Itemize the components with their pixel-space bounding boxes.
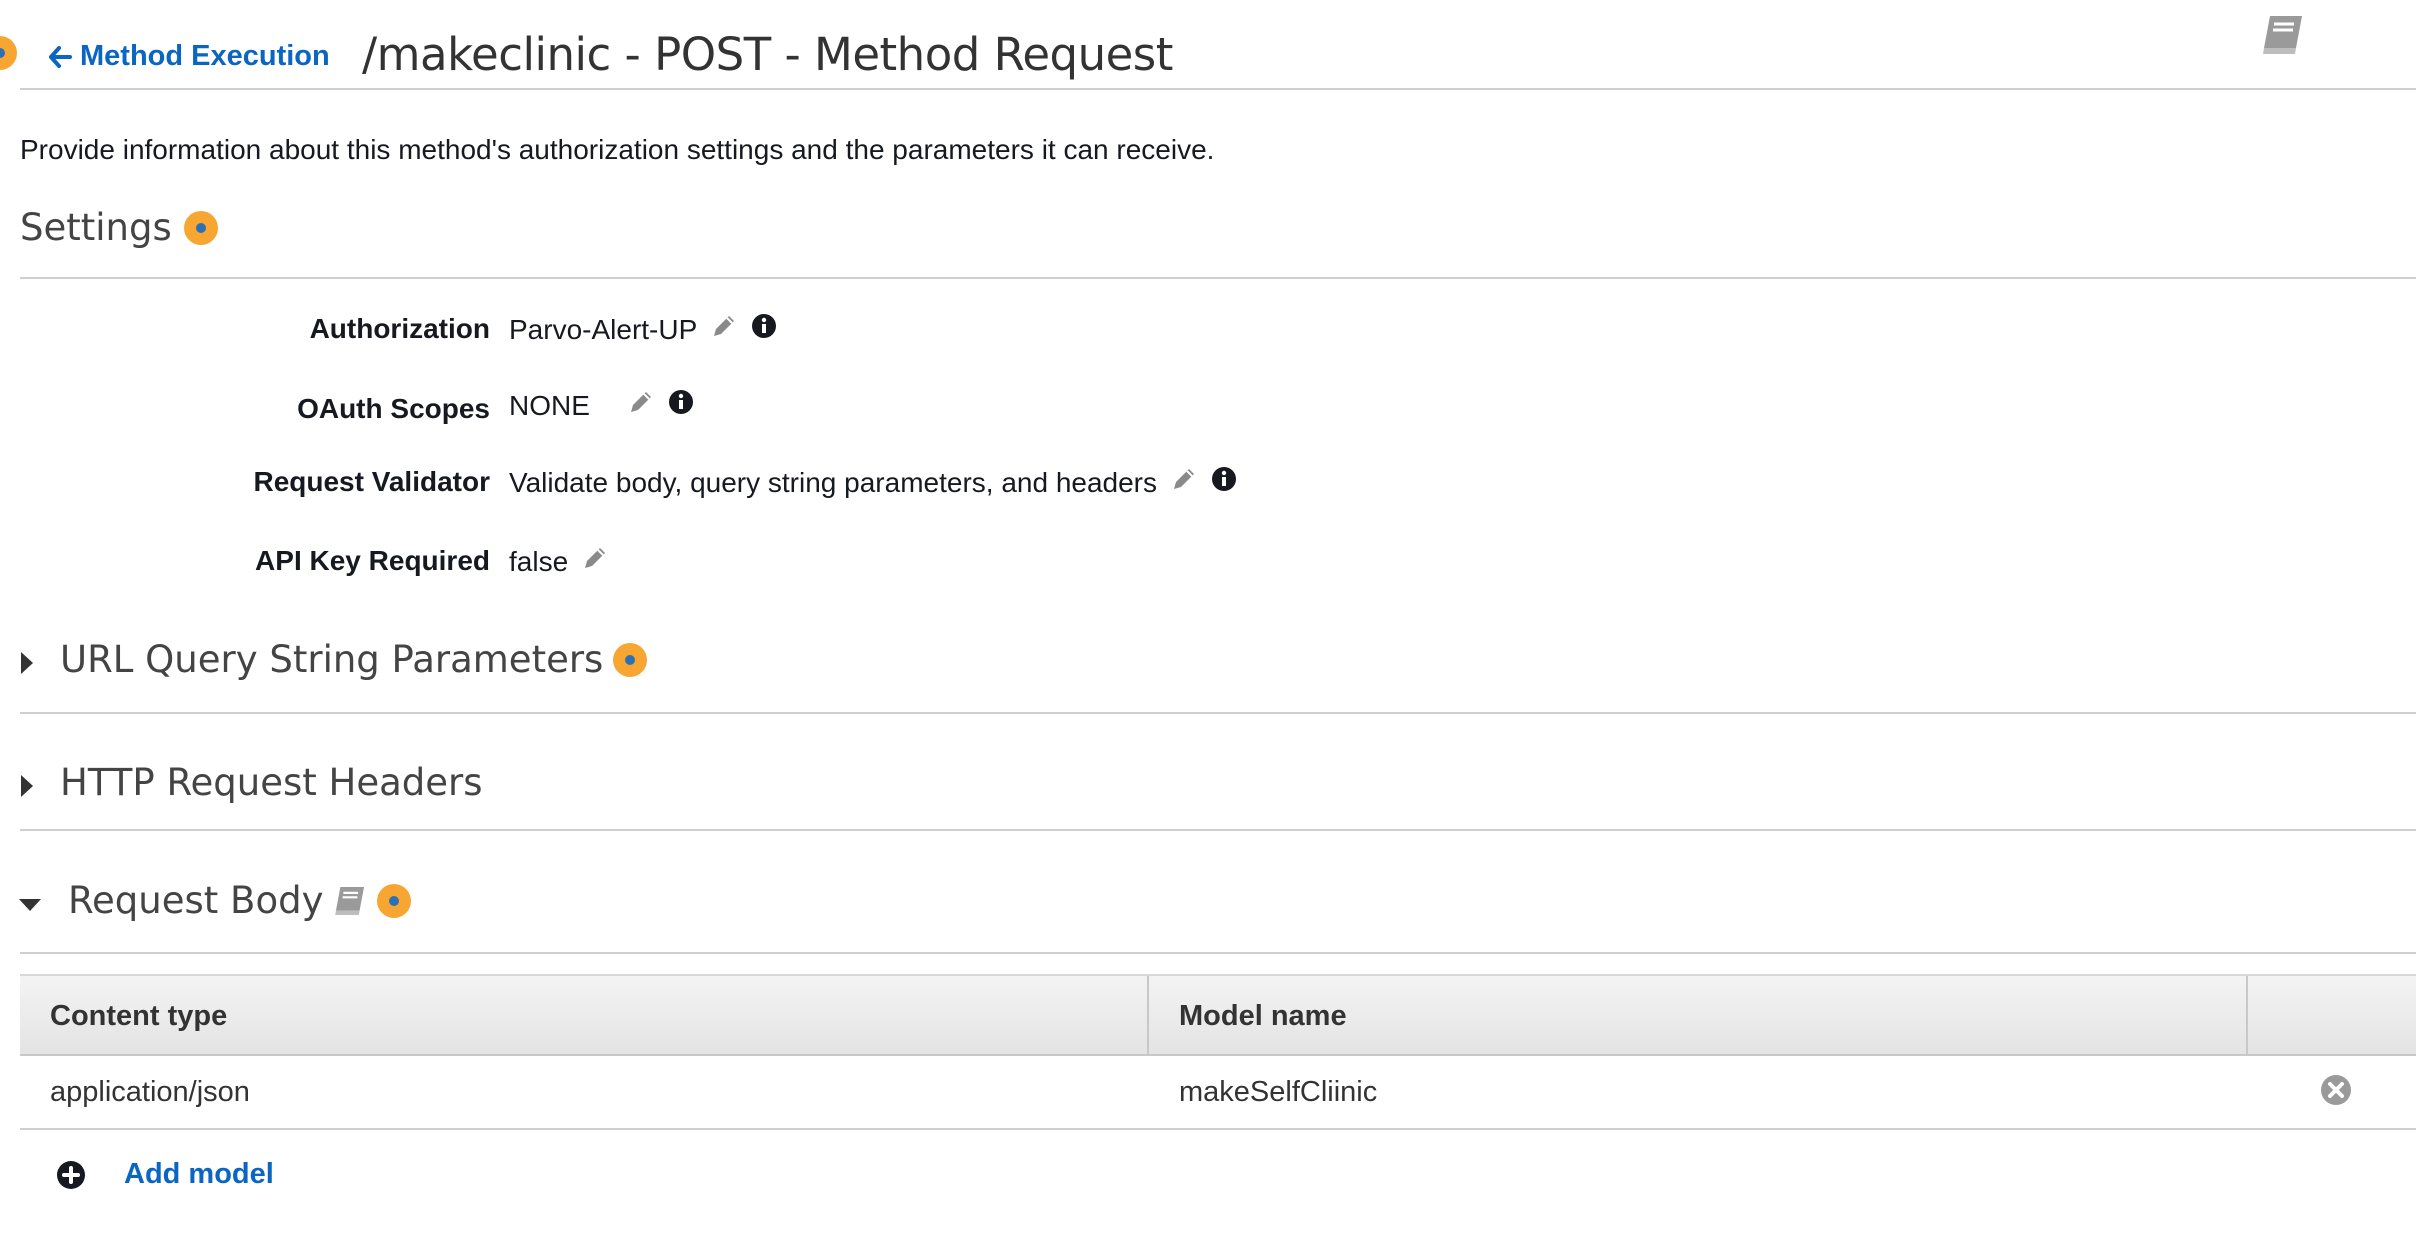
add-model-button[interactable]: Add model [56, 1158, 274, 1191]
request-validator-row: Validate body, query string parameters, … [509, 466, 1237, 499]
authorization-row: Parvo-Alert-UP [509, 313, 777, 346]
column-divider [2246, 976, 2248, 1054]
remove-model-icon[interactable] [2320, 1074, 2352, 1106]
query-params-divider [20, 712, 2416, 714]
expand-query-params-caret-icon[interactable] [20, 651, 34, 675]
request-body-header[interactable]: Request Body [68, 879, 412, 922]
headers-divider [20, 829, 2416, 831]
edit-authorization-pencil-icon[interactable] [711, 313, 737, 346]
table-row: application/json makeSelfCliinic [20, 1054, 2416, 1130]
query-params-header[interactable]: URL Query String Parameters [60, 638, 648, 681]
page-title: /makeclinic - POST - Method Request [362, 28, 1173, 81]
request-validator-label: Request Validator [253, 466, 490, 497]
help-icon[interactable] [377, 883, 412, 918]
arrow-left-icon [49, 45, 72, 68]
oauth-scopes-label: OAuth Scopes [297, 393, 490, 424]
model-name-cell: makeSelfCliinic [1179, 1076, 1378, 1108]
column-divider [1147, 976, 1149, 1054]
authorization-value: Parvo-Alert-UP [509, 313, 698, 345]
headers-header[interactable]: HTTP Request Headers [60, 761, 483, 804]
collapse-request-body-caret-icon[interactable] [18, 898, 42, 912]
settings-title: Settings [20, 206, 172, 249]
authorization-label: Authorization [309, 313, 490, 344]
oauth-scopes-info-icon[interactable] [668, 389, 694, 422]
request-validator-info-icon[interactable] [1211, 466, 1237, 499]
api-key-required-label: API Key Required [255, 545, 490, 576]
api-key-required-row: false [509, 545, 608, 578]
plus-circle-icon [57, 1160, 85, 1189]
column-header-model-name: Model name [1179, 1000, 1347, 1032]
add-model-label: Add model [124, 1158, 274, 1190]
query-params-title: URL Query String Parameters [60, 638, 604, 681]
help-icon[interactable] [613, 642, 648, 677]
models-table-header: Content type Model name [20, 974, 2416, 1056]
page-description: Provide information about this method's … [20, 134, 1215, 165]
expand-headers-caret-icon[interactable] [20, 774, 34, 798]
back-link-label: Method Execution [80, 40, 330, 72]
settings-divider [20, 277, 2416, 279]
authorization-info-icon[interactable] [751, 313, 777, 346]
header-divider [20, 88, 2416, 90]
book-icon[interactable] [2260, 14, 2306, 56]
oauth-scopes-row: NONE [509, 389, 694, 422]
help-icon[interactable] [0, 36, 17, 70]
headers-title: HTTP Request Headers [60, 761, 483, 804]
back-to-method-execution-link[interactable]: Method Execution [48, 40, 330, 73]
oauth-scopes-value: NONE [509, 389, 590, 421]
content-type-cell: application/json [50, 1076, 250, 1108]
column-header-content-type: Content type [50, 1000, 228, 1032]
book-icon[interactable] [333, 885, 367, 917]
edit-api-key-required-pencil-icon[interactable] [582, 545, 608, 578]
help-icon[interactable] [183, 210, 218, 245]
edit-request-validator-pencil-icon[interactable] [1171, 466, 1197, 499]
request-body-divider [20, 952, 2416, 954]
edit-oauth-scopes-pencil-icon[interactable] [628, 389, 654, 422]
api-key-required-value: false [509, 545, 569, 577]
request-validator-value: Validate body, query string parameters, … [509, 466, 1158, 498]
request-body-title: Request Body [68, 879, 324, 922]
settings-header: Settings [20, 206, 218, 249]
